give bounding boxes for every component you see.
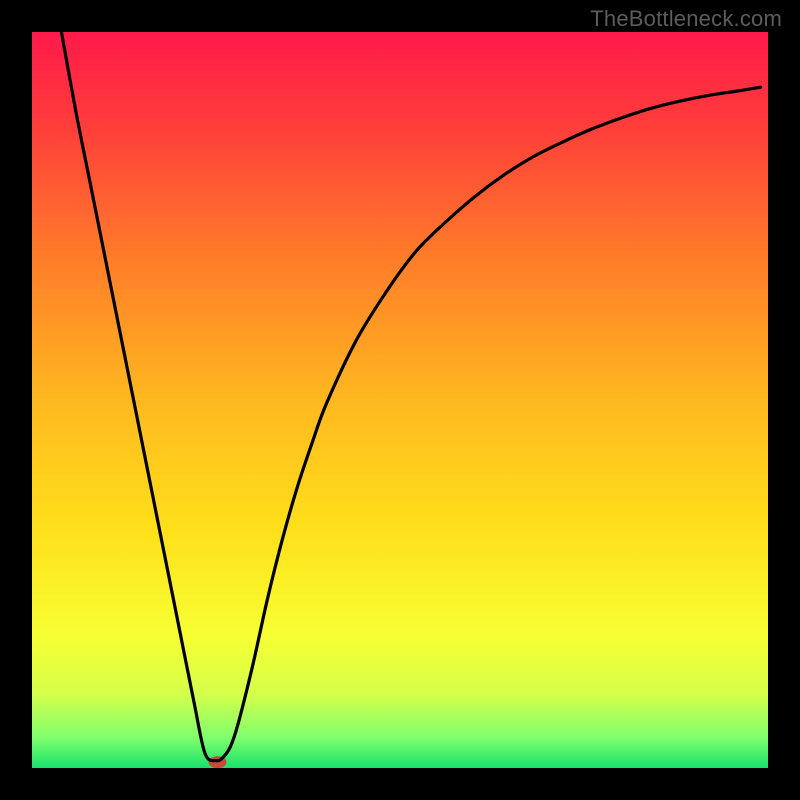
plot-area <box>32 32 768 768</box>
chart-frame: TheBottleneck.com <box>0 0 800 800</box>
chart-svg <box>32 32 768 768</box>
gradient-background <box>32 32 768 768</box>
watermark-text: TheBottleneck.com <box>590 6 782 32</box>
